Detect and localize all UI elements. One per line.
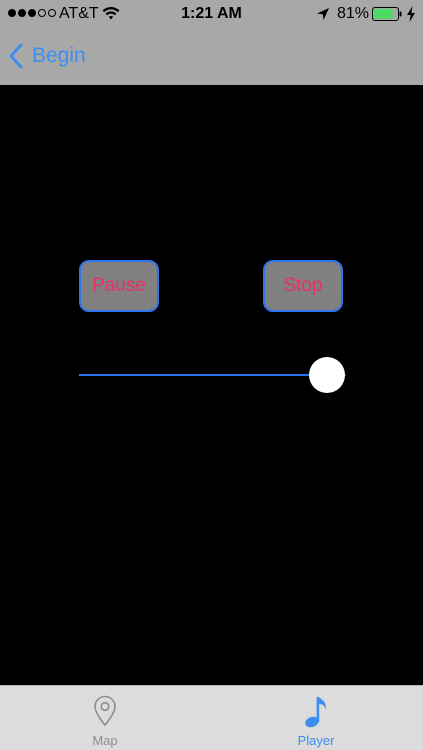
- back-button[interactable]: Begin: [8, 38, 86, 74]
- pause-button[interactable]: Pause: [79, 260, 159, 312]
- battery-percent: 81%: [337, 5, 370, 22]
- back-button-label: Begin: [32, 44, 86, 67]
- chevron-left-icon: [9, 43, 23, 69]
- tab-map-label: Map: [92, 733, 118, 748]
- tab-map[interactable]: Map: [55, 686, 155, 750]
- charging-bolt-icon: [407, 6, 415, 22]
- music-note-icon: [305, 697, 326, 728]
- tab-player[interactable]: Player: [266, 686, 366, 750]
- map-pin-icon: [94, 695, 116, 727]
- location-arrow-icon: [317, 8, 329, 20]
- navigation-bar: Begin: [0, 28, 423, 85]
- tab-player-label: Player: [297, 733, 335, 748]
- stop-button[interactable]: Stop: [263, 260, 343, 312]
- status-bar: AT&T 1:21 AM 81%: [0, 0, 423, 28]
- battery-icon: [372, 7, 402, 21]
- slider-thumb[interactable]: [309, 357, 346, 393]
- slider-fill: [79, 374, 328, 376]
- tab-bar: Map Player: [0, 685, 423, 750]
- header: AT&T 1:21 AM 81% Begin: [0, 0, 423, 85]
- playback-slider[interactable]: [79, 355, 346, 395]
